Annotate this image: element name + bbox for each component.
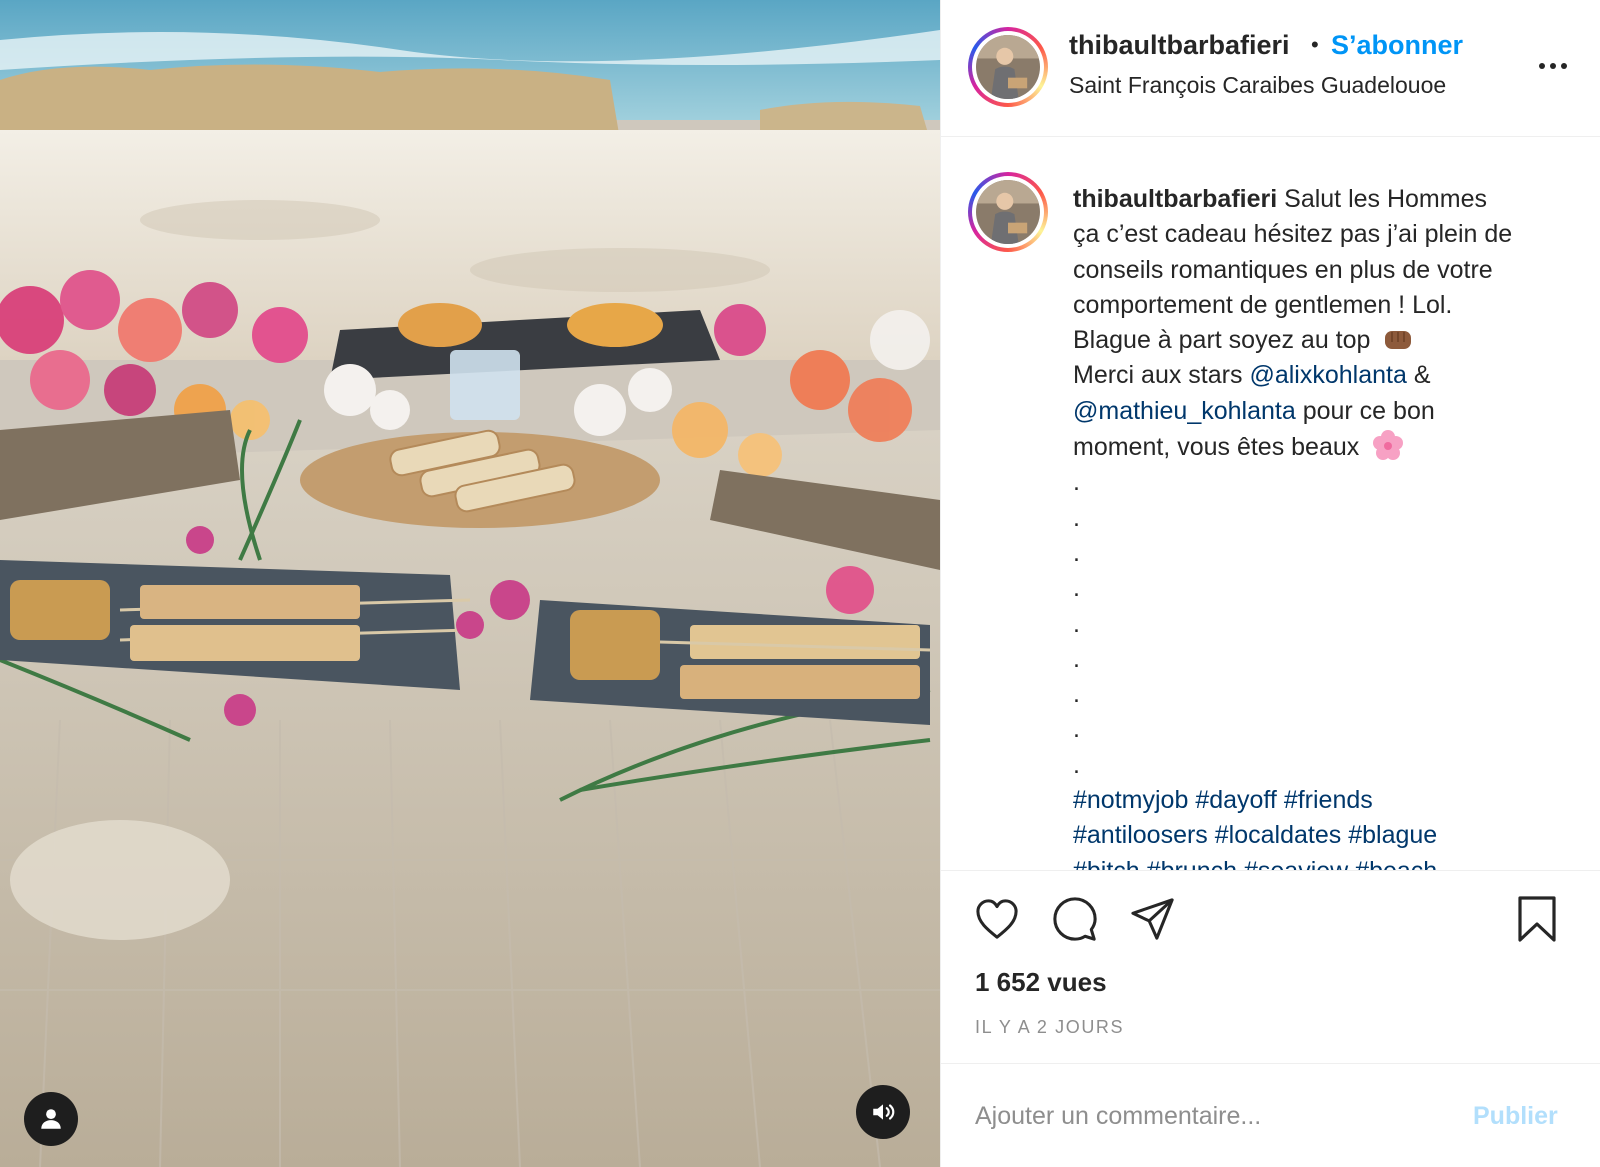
author-avatar[interactable] — [968, 27, 1048, 107]
comment-icon — [1053, 897, 1097, 941]
like-button[interactable] — [971, 893, 1023, 945]
caption-text-line: moment, vous êtes beaux — [1073, 433, 1360, 462]
caption-text-line: pour ce bon — [1302, 396, 1435, 425]
fist-emoji-icon — [1385, 331, 1412, 350]
hashtag-link[interactable]: #notmyjob — [1073, 786, 1188, 814]
caption-text-line: Blague à part soyez au top — [1073, 326, 1371, 355]
sound-toggle-button[interactable] — [856, 1085, 910, 1139]
header-separator: • — [1311, 32, 1319, 57]
hashtag-link[interactable]: #seaview — [1244, 857, 1348, 870]
volume-icon — [873, 1104, 895, 1120]
post-location[interactable]: Saint François Caraibes Guadelouoe — [1069, 72, 1446, 99]
hashtag-link[interactable]: #bitch — [1073, 857, 1140, 870]
caption-dot: . — [1073, 574, 1080, 603]
tagged-users-button[interactable] — [24, 1092, 78, 1146]
caption-dot: . — [1073, 609, 1080, 638]
user-icon — [41, 1109, 61, 1129]
beach-brunch-video-frame — [0, 0, 940, 1167]
heart-icon — [976, 899, 1018, 939]
comment-button[interactable] — [1049, 893, 1101, 945]
mention-link[interactable]: @mathieu_kohlanta — [1073, 397, 1296, 425]
hashtag-link[interactable]: #brunch — [1147, 857, 1237, 870]
share-button[interactable] — [1127, 893, 1179, 945]
bookmark-icon — [1518, 896, 1556, 942]
share-icon — [1131, 898, 1174, 940]
post-side-panel: thibaultbarbafieri • S’abonner Saint Fra… — [940, 0, 1600, 1167]
caption-dot: . — [1073, 644, 1080, 673]
caption-dot: . — [1073, 468, 1080, 497]
more-horizontal-icon — [1539, 63, 1545, 69]
comment-input[interactable] — [975, 1094, 1445, 1138]
caption-avatar-image — [976, 180, 1040, 244]
caption-dot: . — [1073, 680, 1080, 709]
author-avatar-image — [976, 35, 1040, 99]
comments-scroll-area[interactable]: thibaultbarbafieri Salut les Hommes ça c… — [941, 138, 1600, 870]
hashtag-link[interactable]: #dayoff — [1195, 786, 1277, 814]
caption-dot: . — [1073, 715, 1080, 744]
caption-dot: . — [1073, 538, 1080, 567]
view-count[interactable]: 1 652 vues — [975, 967, 1107, 998]
hashtag-link[interactable]: #blague — [1348, 821, 1437, 849]
publish-button[interactable]: Publier — [1473, 1102, 1558, 1131]
cherry-blossom-emoji-icon — [1373, 430, 1404, 461]
add-comment-bar: Publier — [941, 1063, 1600, 1167]
hashtag-link[interactable]: #beach — [1355, 857, 1437, 870]
caption-dot: . — [1073, 503, 1080, 532]
caption-text-line: comportement de gentlemen ! Lol. — [1073, 290, 1453, 319]
caption-author-avatar[interactable] — [968, 172, 1048, 252]
more-options-button[interactable] — [1531, 52, 1575, 80]
follow-button[interactable]: S’abonner — [1331, 30, 1463, 61]
caption-username[interactable]: thibaultbarbafieri — [1073, 185, 1277, 213]
post-caption: thibaultbarbafieri Salut les Hommes ça c… — [1073, 182, 1583, 870]
caption-text-line: conseils romantiques en plus de votre — [1073, 255, 1493, 284]
save-button[interactable] — [1511, 893, 1563, 945]
author-username[interactable]: thibaultbarbafieri — [1069, 30, 1290, 61]
post-actions: 1 652 vues IL Y A 2 JOURS — [941, 870, 1600, 1040]
hashtag-link[interactable]: #antiloosers — [1073, 821, 1208, 849]
caption-text-line: & — [1413, 361, 1431, 390]
caption-text-line: ça c’est cadeau hésitez pas j’ai plein d… — [1073, 220, 1513, 249]
caption-text-line: Merci aux stars — [1073, 361, 1243, 390]
caption-text-line: Salut les Hommes — [1284, 185, 1487, 213]
post-header: thibaultbarbafieri • S’abonner Saint Fra… — [941, 0, 1600, 137]
mention-link[interactable]: @alixkohlanta — [1249, 361, 1406, 389]
post-media[interactable] — [0, 0, 940, 1167]
caption-dot: . — [1073, 750, 1080, 779]
post-timestamp[interactable]: IL Y A 2 JOURS — [975, 1017, 1124, 1038]
hashtag-link[interactable]: #friends — [1284, 786, 1373, 814]
hashtag-link[interactable]: #localdates — [1215, 821, 1341, 849]
